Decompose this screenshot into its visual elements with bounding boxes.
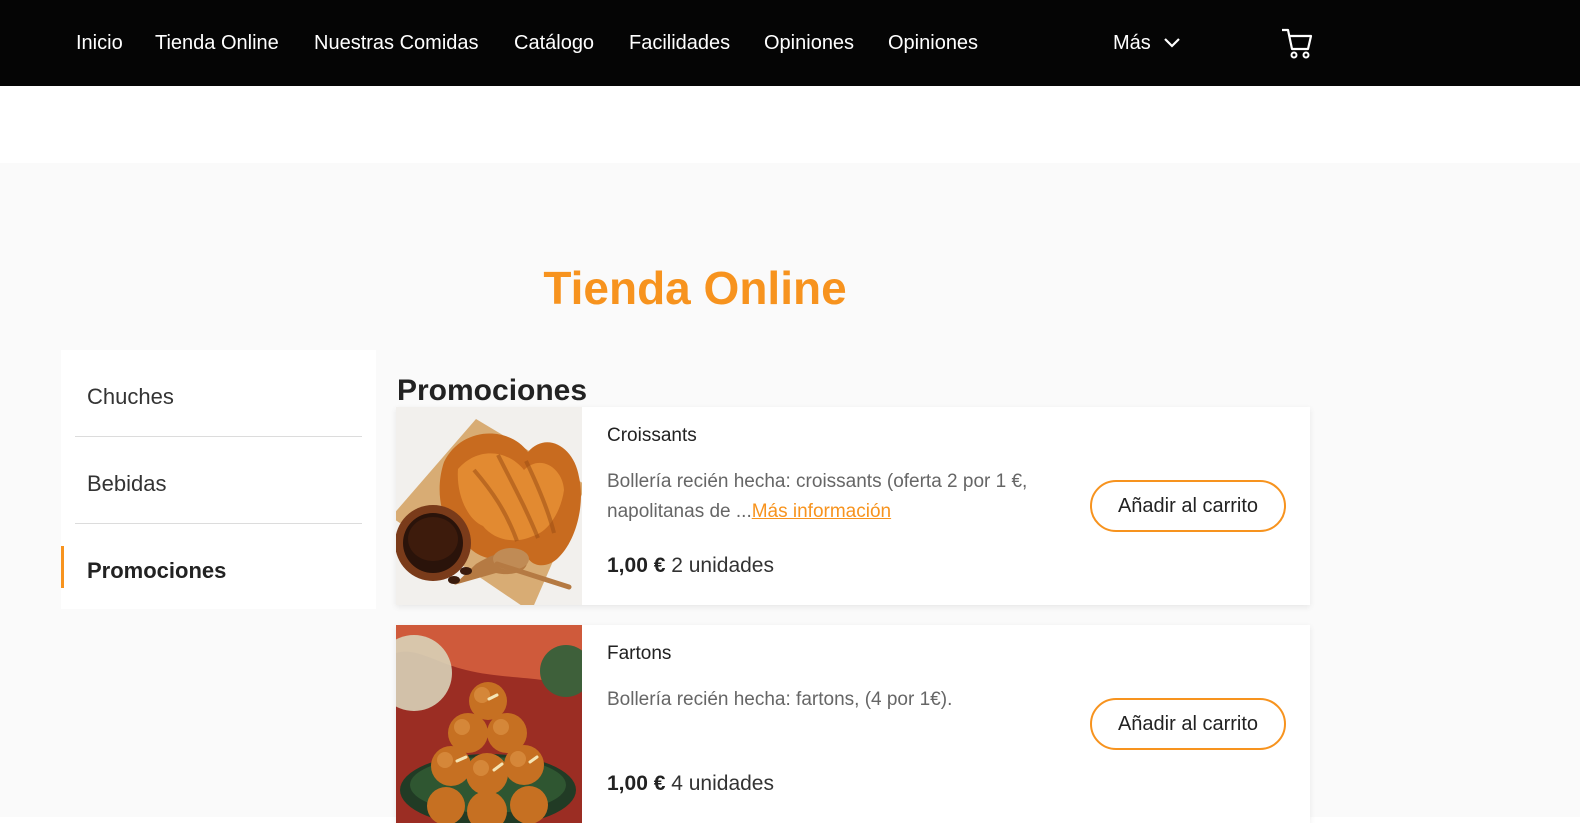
category-promociones-label: Promociones <box>87 558 227 583</box>
product-price: 1,00 € <box>607 772 666 795</box>
more-menu-label: Más <box>1113 32 1151 54</box>
product-description: Bollería recién hecha: croissants (ofert… <box>607 467 1077 527</box>
cart-icon <box>1282 28 1313 59</box>
category-sidebar: Chuches Bebidas Promociones <box>61 350 376 609</box>
product-description-text: Bollería recién hecha: fartons, (4 por 1… <box>607 689 953 710</box>
category-divider <box>75 436 362 437</box>
nav-link-tienda-online[interactable]: Tienda Online <box>155 30 279 56</box>
croissant-coffee-image <box>396 407 582 605</box>
store-title: Tienda Online <box>543 261 847 314</box>
active-category-indicator <box>61 546 64 588</box>
fartons-product-image[interactable] <box>396 625 582 823</box>
category-chuches[interactable]: Chuches <box>75 354 362 440</box>
product-card-fartons: Fartons Bollería recién hecha: fartons, … <box>396 625 1310 823</box>
page-top-strip <box>0 86 1580 163</box>
nav-link-opiniones[interactable]: Opiniones <box>764 30 854 56</box>
product-description: Bollería recién hecha: fartons, (4 por 1… <box>607 685 1077 715</box>
more-menu-button[interactable]: Más <box>1113 30 1181 56</box>
more-info-link[interactable]: Más información <box>752 501 891 522</box>
category-promociones[interactable]: Promociones <box>75 528 362 614</box>
product-name[interactable]: Fartons <box>607 642 671 666</box>
category-bebidas[interactable]: Bebidas <box>75 441 362 527</box>
fartons-dessert-image <box>396 625 582 823</box>
category-chuches-label: Chuches <box>87 384 174 409</box>
product-card-croissants: Croissants Bollería recién hecha: croiss… <box>396 407 1310 605</box>
category-heading: Promociones <box>397 373 588 407</box>
product-price-row: 1,00 € 4 unidades <box>607 770 774 798</box>
croissants-product-image[interactable] <box>396 407 582 605</box>
add-to-cart-button[interactable]: Añadir al carrito <box>1090 480 1286 532</box>
nav-link-opiniones-secondary[interactable]: Opiniones <box>888 30 978 56</box>
cart-button[interactable] <box>1279 26 1313 60</box>
product-price: 1,00 € <box>607 554 666 577</box>
nav-link-inicio[interactable]: Inicio <box>76 30 123 56</box>
product-units: 4 unidades <box>671 772 774 795</box>
product-name[interactable]: Croissants <box>607 424 697 448</box>
top-navigation-bar: Inicio Tienda Online Nuestras Comidas Ca… <box>0 0 1580 86</box>
product-units: 2 unidades <box>671 554 774 577</box>
chevron-down-icon <box>1164 38 1180 48</box>
category-divider <box>75 523 362 524</box>
nav-link-facilidades[interactable]: Facilidades <box>629 30 730 56</box>
add-to-cart-button[interactable]: Añadir al carrito <box>1090 698 1286 750</box>
product-price-row: 1,00 € 2 unidades <box>607 552 774 580</box>
nav-link-catalogo[interactable]: Catálogo <box>514 30 594 56</box>
category-bebidas-label: Bebidas <box>87 471 167 496</box>
nav-link-nuestras-comidas[interactable]: Nuestras Comidas <box>314 30 479 56</box>
